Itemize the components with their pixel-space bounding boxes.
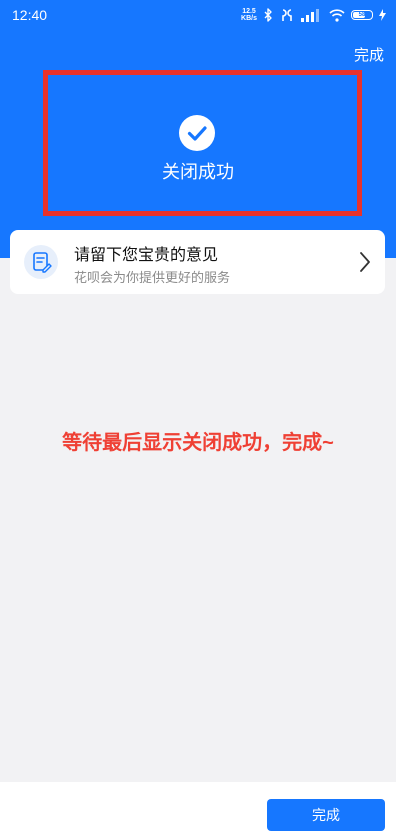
result-title: 关闭成功 [162,162,234,182]
wifi-icon [329,8,345,22]
battery-icon: 58 [351,10,373,20]
bottom-bar: 完成 [0,782,396,838]
header-done-button[interactable]: 完成 [354,44,384,65]
status-time: 12:40 [12,7,48,23]
bluetooth-icon [264,8,272,22]
chevron-right-icon [360,252,370,272]
signal-icon [301,9,319,22]
check-circle-icon [179,115,215,151]
network-speed: 12.5 KB/s [241,8,257,22]
done-button[interactable]: 完成 [267,799,385,831]
feedback-title: 请留下您宝贵的意见 [74,247,219,264]
battery-level: 58 [358,12,366,18]
network-speed-value: 12.5 [242,8,256,15]
annotation-text: 等待最后显示关闭成功，完成~ [62,432,334,454]
feedback-card[interactable]: 请留下您宝贵的意见 花呗会为你提供更好的服务 [10,230,385,294]
edit-document-icon [24,245,58,279]
earbuds-icon [282,9,292,21]
status-bar: 12:40 12.5 KB/s 58 [0,0,396,32]
charging-icon [379,9,386,21]
feedback-subtitle: 花呗会为你提供更好的服务 [74,270,231,285]
network-speed-unit: KB/s [241,15,257,22]
status-icons: 12.5 KB/s 58 [241,6,386,24]
